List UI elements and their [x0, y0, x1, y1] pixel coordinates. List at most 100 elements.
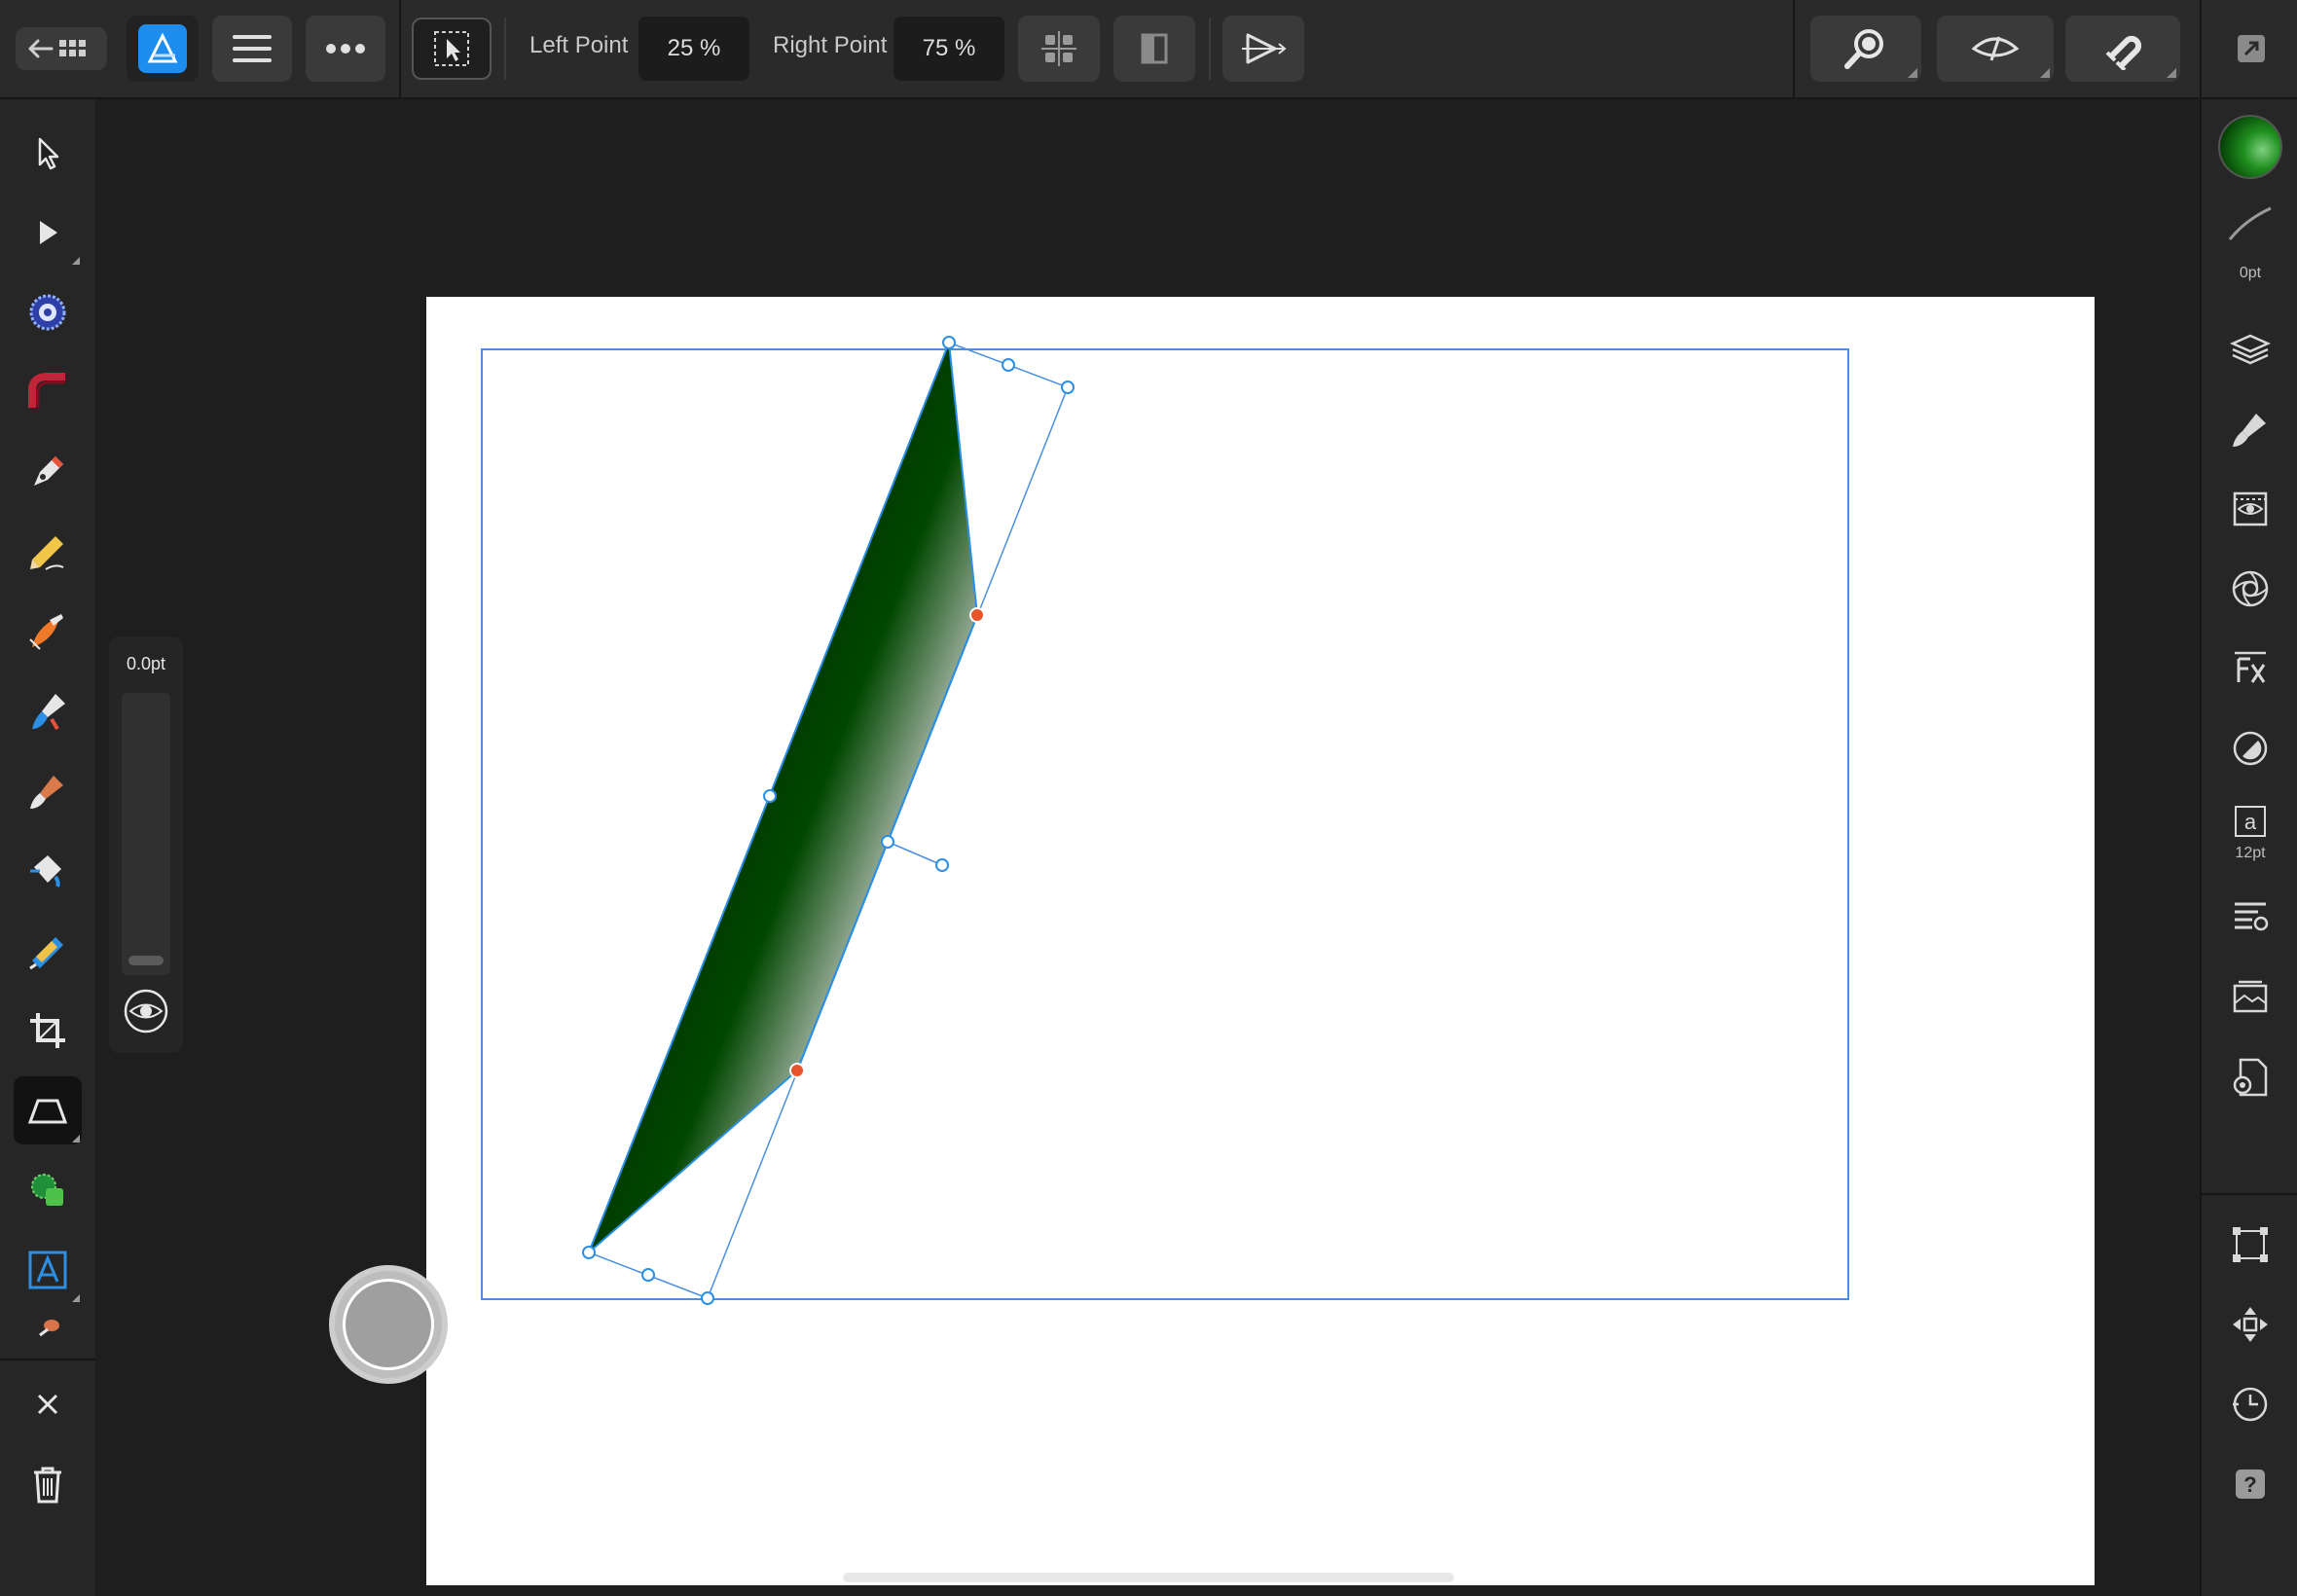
transform-box-icon [2233, 1227, 2268, 1262]
contour-tool[interactable] [14, 1156, 82, 1224]
target-circle-icon [29, 294, 66, 331]
crop-tool[interactable] [14, 997, 82, 1065]
navigator-studio-button[interactable] [2216, 1290, 2284, 1359]
toolbar-divider [1209, 18, 1211, 80]
transparency-icon [29, 937, 63, 970]
crop-icon [30, 1013, 65, 1048]
image-stack-icon [2233, 980, 2268, 1013]
help-button[interactable]: ? [2216, 1450, 2284, 1518]
move-tool[interactable] [14, 119, 82, 187]
affinity-designer-logo-icon [138, 24, 187, 73]
effects-studio-button[interactable] [2216, 635, 2284, 703]
history-studio-button[interactable] [2216, 1370, 2284, 1438]
appearance-studio-button[interactable] [2216, 475, 2284, 543]
node-arrow-icon [40, 221, 57, 244]
stroke-width-label: 0pt [2239, 265, 2262, 281]
stroke-width-panel: 0.0pt [109, 636, 183, 1053]
transparency-studio-button[interactable] [2216, 714, 2284, 782]
toolbar-divider [1793, 0, 1795, 97]
quick-menu-inner [343, 1279, 434, 1370]
right-point-label: Right Point [773, 32, 888, 58]
top-toolbar: Left Point 25 % Right Point 75 % [0, 0, 2297, 99]
left-point-label: Left Point [529, 32, 629, 58]
studio-panel: 0pt a 12pt ? [2200, 99, 2297, 1596]
paragraph-studio-button[interactable] [2216, 884, 2284, 952]
gradient-shape[interactable] [588, 342, 979, 1253]
node-tool[interactable] [14, 199, 82, 267]
brushes-studio-button[interactable] [2216, 395, 2284, 463]
magnifier-icon [1844, 29, 1883, 69]
curve-corner-icon [28, 373, 65, 408]
artistic-text-tool[interactable] [14, 1236, 82, 1304]
right-point-field[interactable]: 75 % [893, 17, 1004, 81]
close-button[interactable] [14, 1370, 82, 1438]
more-dots-icon [326, 44, 365, 54]
left-point-field[interactable]: 25 % [638, 17, 749, 81]
document-gear-icon [2233, 1058, 2268, 1097]
dropdown-corner-icon [1908, 68, 1917, 78]
move-arrows-icon [2233, 1307, 2268, 1342]
dropdown-corner-icon [2167, 68, 2176, 78]
back-arrow-icon [28, 39, 86, 58]
color-studio-button[interactable] [2216, 555, 2284, 623]
snapping-button[interactable] [2065, 16, 2180, 82]
svg-text:a: a [2244, 810, 2257, 834]
pencil-tool[interactable] [14, 518, 82, 586]
slider-thumb[interactable] [128, 956, 164, 965]
visibility-toggle-button[interactable] [122, 987, 170, 1035]
assets-studio-button[interactable] [2216, 963, 2284, 1032]
tools-divider [0, 1359, 95, 1360]
select-arrow-box-icon [434, 31, 469, 66]
fill-color-swatch[interactable] [2216, 113, 2284, 181]
selection-mode-button[interactable] [412, 18, 492, 80]
stroke-width-value: 0.0pt [126, 654, 166, 673]
document-settings-button[interactable] [2216, 1043, 2284, 1111]
view-mode-button[interactable] [1937, 16, 2054, 82]
stroke-width-slider[interactable] [122, 693, 170, 975]
view-tool-button[interactable] [1810, 16, 1921, 82]
fullscreen-icon [2238, 35, 2265, 62]
home-indicator[interactable] [843, 1573, 1454, 1582]
toolbar-divider [2200, 0, 2202, 97]
shape-tool[interactable] [14, 1076, 82, 1144]
pen-tool[interactable] [14, 438, 82, 506]
point-transform-tool[interactable] [14, 358, 82, 426]
more-options-button[interactable] [306, 16, 385, 82]
fill-tool[interactable] [14, 677, 82, 745]
half-square-icon [1141, 33, 1168, 64]
corner-tool[interactable] [14, 278, 82, 346]
stroke-style-swatch[interactable] [2216, 193, 2284, 255]
apply-transform-button[interactable] [1222, 16, 1304, 82]
fx-icon [2235, 651, 2266, 683]
vector-brush-tool[interactable] [14, 598, 82, 666]
trash-icon [34, 1467, 61, 1504]
fullscreen-button[interactable] [2219, 16, 2283, 82]
stroke-curve-icon [2228, 206, 2272, 240]
vector-brush-icon [29, 614, 63, 650]
distribute-nodes-button[interactable] [1018, 16, 1100, 82]
more-tools-peek[interactable] [14, 1312, 82, 1341]
color-picker-tool[interactable] [14, 837, 82, 905]
document-menu-button[interactable] [212, 16, 292, 82]
app-persona-button[interactable] [127, 16, 199, 82]
back-to-gallery-button[interactable] [16, 27, 107, 70]
transparency-tool[interactable] [14, 917, 82, 985]
magnet-icon [2105, 35, 2142, 70]
tools-panel [0, 99, 97, 1596]
help-icon: ? [2236, 1469, 2265, 1499]
quad-grid-icon [1041, 31, 1076, 66]
triangle-arrow-icon [1242, 33, 1287, 64]
layers-studio-button[interactable] [2216, 315, 2284, 383]
quick-menu-button[interactable] [329, 1265, 448, 1384]
text-styles-studio-button[interactable]: a [2216, 794, 2284, 849]
dropdown-corner-icon [72, 257, 80, 265]
paint-brush-tool[interactable] [14, 757, 82, 825]
rotation-handle-line [887, 841, 943, 866]
brush-peek-icon [39, 1320, 59, 1337]
transform-studio-button[interactable] [2216, 1211, 2284, 1279]
history-clock-icon [2233, 1387, 2268, 1422]
hamburger-menu-icon [233, 35, 272, 62]
mirror-mode-button[interactable] [1113, 16, 1195, 82]
pen-nib-icon [34, 456, 63, 486]
delete-button[interactable] [14, 1450, 82, 1518]
